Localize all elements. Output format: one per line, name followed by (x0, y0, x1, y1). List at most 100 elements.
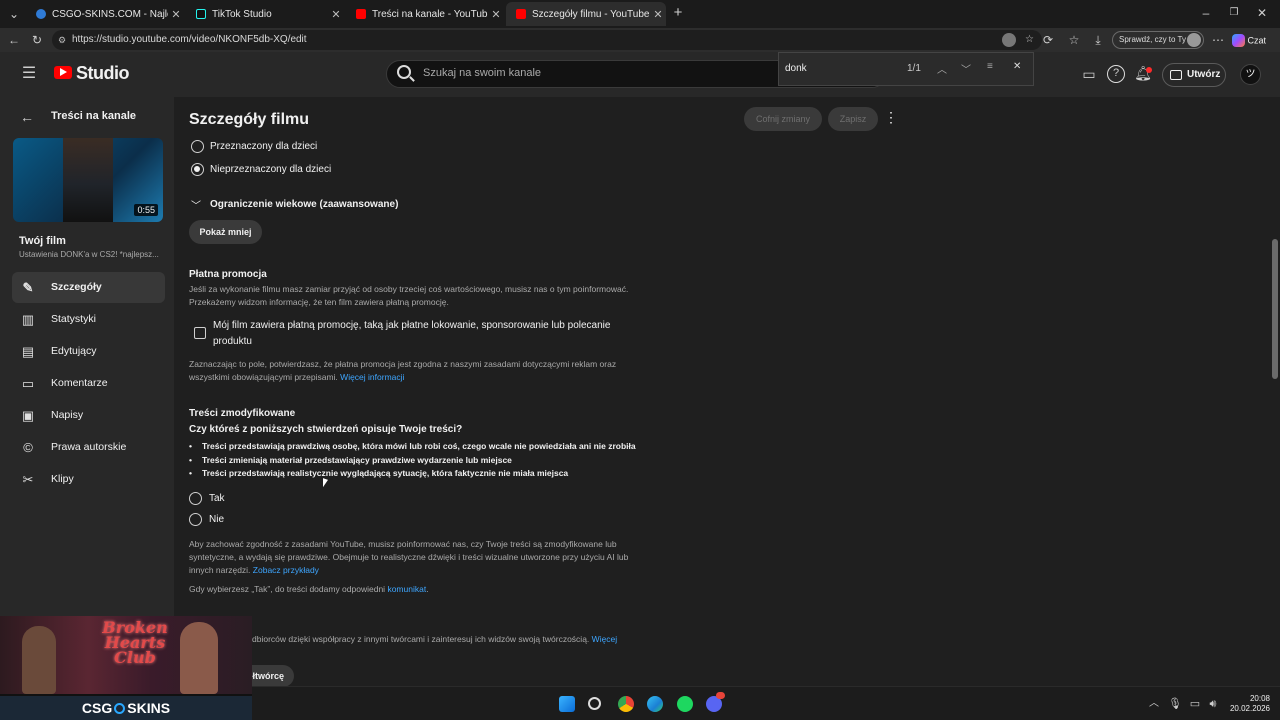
minimize-icon[interactable]: – (1196, 5, 1216, 21)
extensions-icon[interactable]: ⟳ (1040, 32, 1056, 48)
altered-info-2: syntetyczne, a wydają się prawdziwe. Obe… (189, 552, 629, 562)
paid-promo-desc-2: Przekażemy widzom informację, że ten fil… (189, 297, 449, 307)
paid-promo-note-2-row: wszystkimi obowiązującymi przepisami. Wi… (189, 372, 404, 382)
create-button[interactable]: Utwórz (1162, 63, 1226, 87)
find-options-icon[interactable]: ≡ (987, 61, 993, 72)
radio-made-for-kids[interactable] (191, 140, 204, 153)
back-to-content-link[interactable]: Treści na kanale (51, 110, 136, 122)
label-notice-link[interactable]: komunikat (387, 584, 426, 594)
altered-content-heading: Treści zmodyfikowane (189, 408, 296, 419)
back-arrow-icon[interactable]: ← (6, 32, 22, 48)
find-in-page-bar: donk 1/1 ︿ ﹀ ≡ ✕ (778, 52, 1034, 86)
microphone-icon[interactable]: 🎙︎ (1168, 696, 1182, 712)
scrollbar-thumb[interactable] (1272, 239, 1278, 379)
volume-icon[interactable]: 🔊︎ (1206, 696, 1220, 712)
paid-promo-checkbox-label-1: Mój film zawiera płatną promocję, taką j… (213, 320, 611, 331)
close-tab-icon[interactable]: ✕ (488, 8, 504, 21)
paid-promo-checkbox[interactable] (194, 327, 206, 339)
tab-list-icon[interactable]: ⌄ (6, 6, 22, 22)
address-input[interactable]: ⚙ https://studio.youtube.com/video/NKONF… (52, 30, 1042, 50)
find-input[interactable]: donk (785, 63, 807, 74)
tab-channel-content[interactable]: Treści na kanale - YouTube Studio ✕ (346, 2, 504, 26)
more-menu-icon[interactable]: ⋯ (1210, 32, 1226, 48)
more-options-icon[interactable]: ⋮ (884, 109, 898, 126)
close-tab-icon[interactable]: ✕ (328, 8, 344, 21)
search-icon[interactable] (588, 697, 601, 710)
sidebar-item-copyright[interactable]: © Prawa autorskie (12, 432, 165, 463)
show-less-button[interactable]: Pokaż mniej (189, 220, 262, 244)
browser-tab-strip: ⌄ CSGO-SKINS.COM - Najlepsze Sk ✕ TikTok… (0, 0, 1280, 28)
sidebar-item-details[interactable]: ✎ Szczegóły (12, 272, 165, 303)
see-examples-link[interactable]: Zobacz przykłady (253, 565, 319, 575)
video-thumbnail[interactable]: 0:55 (13, 138, 163, 222)
comments-icon: ▭ (21, 376, 35, 391)
film-subtitle: Ustawienia DONK'a w CS2! *najlepsz... (19, 250, 159, 259)
network-icon[interactable]: ▭ (1188, 696, 1202, 712)
tab-csgo-skins[interactable]: CSGO-SKINS.COM - Najlepsze Sk ✕ (26, 2, 184, 26)
radio-altered-yes[interactable] (189, 492, 202, 505)
scissors-icon: ✂ (22, 472, 34, 487)
sidebar-item-analytics[interactable]: ▥ Statystyki (12, 304, 165, 335)
chevron-down-icon: ﹀ (191, 201, 201, 212)
find-prev-icon[interactable]: ︿ (937, 61, 947, 76)
youtube-logo-icon[interactable] (54, 66, 72, 79)
close-tab-icon[interactable]: ✕ (650, 8, 666, 21)
site-info-icon[interactable]: ⚙ (58, 30, 66, 50)
spotify-icon[interactable] (677, 696, 693, 712)
find-next-icon[interactable]: ﹀ (961, 61, 971, 76)
sidebar-item-clips[interactable]: ✂ Klipy (12, 464, 165, 495)
close-tab-icon[interactable]: ✕ (168, 8, 184, 21)
sidebar-item-editor[interactable]: ▤ Edytujący (12, 336, 165, 367)
age-restriction-toggle[interactable]: ﹀ Ograniczenie wiekowe (zaawansowane) (191, 197, 401, 213)
list-item: Treści przedstawiają prawdziwą osobę, kt… (189, 441, 636, 455)
downloads-icon[interactable]: ⤓ (1090, 32, 1106, 48)
altered-yes-label: Tak (209, 493, 225, 504)
back-arrow-icon[interactable]: ← (18, 109, 36, 125)
more-info-link[interactable]: Więcej informacji (340, 372, 404, 382)
discord-badge (716, 692, 725, 699)
taskbar-clock[interactable]: 20:08 20.02.2026 (1226, 694, 1270, 714)
globe-icon (36, 9, 46, 19)
restore-icon[interactable]: ❐ (1224, 5, 1244, 21)
sidebar-item-subtitles[interactable]: ▣ Napisy (12, 400, 165, 431)
chrome-icon[interactable] (618, 696, 634, 712)
favorites-icon[interactable]: ☆ (1066, 32, 1082, 48)
chevron-up-icon[interactable]: ︿ (1148, 696, 1160, 712)
undo-changes-button[interactable]: Cofnij zmiany (744, 107, 822, 131)
star-icon[interactable]: ☆ (1025, 30, 1034, 50)
radio-altered-no[interactable] (189, 513, 202, 526)
mouse-cursor (323, 478, 328, 489)
create-video-icon (1170, 70, 1182, 80)
save-button[interactable]: Zapisz (828, 107, 878, 131)
radio-not-made-for-kids[interactable] (191, 163, 204, 176)
video-duration: 0:55 (134, 204, 158, 216)
account-avatar[interactable]: ツ (1240, 64, 1261, 85)
video-details-panel: Szczegóły filmu Cofnij zmiany Zapisz ⋮ P… (174, 97, 1270, 687)
reload-icon[interactable]: ↻ (29, 32, 45, 48)
paid-promo-heading: Płatna promocja (189, 269, 267, 280)
collab-more-link[interactable]: Więcej (592, 634, 618, 644)
help-icon[interactable]: ? (1107, 65, 1125, 83)
edge-icon[interactable] (647, 696, 663, 712)
hamburger-menu-icon[interactable]: ☰ (20, 66, 38, 82)
tab-video-details[interactable]: Szczegóły filmu - YouTube Studio ✕ (506, 2, 666, 26)
tab-tiktok-studio[interactable]: TikTok Studio ✕ (186, 2, 344, 26)
collab-row: dbiorców dzięki współpracy z innymi twór… (252, 634, 617, 644)
page-scrollbar[interactable] (1270, 97, 1280, 686)
new-tab-icon[interactable]: + (670, 5, 686, 21)
close-window-icon[interactable]: ✕ (1252, 5, 1272, 21)
profile-check-button[interactable]: Sprawdź, czy to Ty (1112, 31, 1204, 49)
altered-content-question: Czy któreś z poniższych stwierdzeń opisu… (189, 424, 463, 435)
copilot-button[interactable]: Czat (1232, 32, 1274, 48)
overlay-brand-banner: CSG SKINS (0, 696, 252, 720)
sidebar-item-comments[interactable]: ▭ Komentarze (12, 368, 165, 399)
studio-logo-text[interactable]: Studio (76, 63, 130, 84)
copyright-icon: © (23, 440, 33, 455)
find-close-icon[interactable]: ✕ (1013, 61, 1021, 72)
translate-icon[interactable] (1002, 33, 1016, 47)
windows-start-icon[interactable] (559, 696, 575, 712)
overlay-artwork: Broken Hearts Club (0, 616, 252, 694)
altered-label-prefix: Gdy wybierzesz „Tak”, do treści dodamy o… (189, 584, 386, 594)
comments-feedback-icon[interactable]: ▭ (1080, 66, 1098, 82)
brand-target-icon (114, 703, 126, 714)
